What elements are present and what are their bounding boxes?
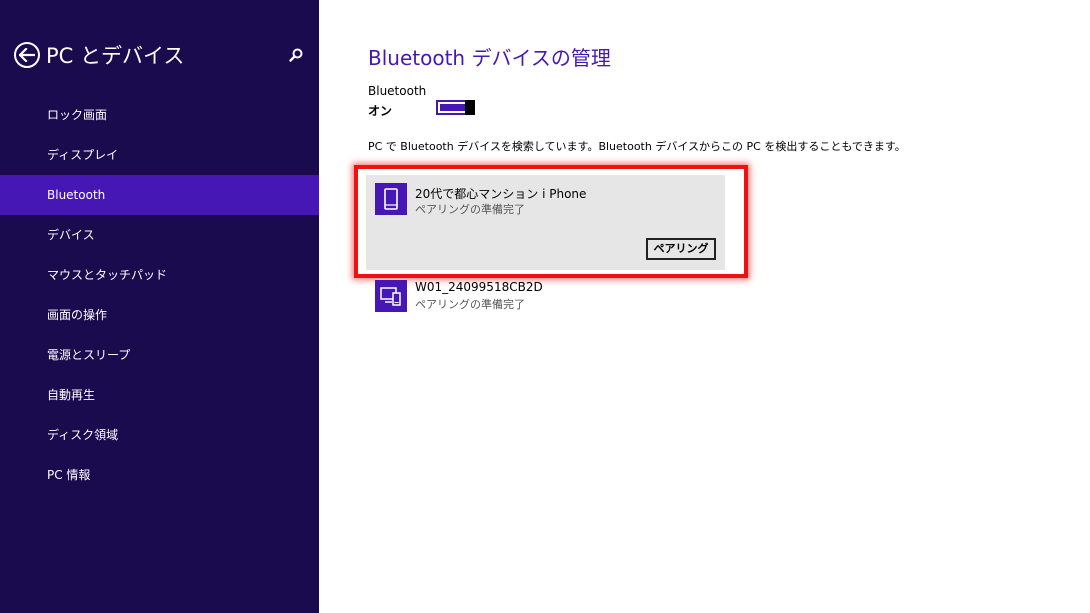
bluetooth-toggle[interactable] <box>436 100 475 115</box>
device-item-w01[interactable]: W01_24099518CB2D ペアリングの準備完了 <box>366 280 725 314</box>
back-arrow-circle-icon[interactable] <box>14 42 40 68</box>
computer-phone-icon <box>375 280 407 312</box>
main-panel: Bluetooth デバイスの管理 Bluetooth オン PC で Blue… <box>319 0 1090 613</box>
pc-settings-window: PC とデバイス ロック画面 ディスプレイ Bluetooth デバイス マウス… <box>0 0 1090 613</box>
sidebar-nav: ロック画面 ディスプレイ Bluetooth デバイス マウスとタッチパッド 画… <box>0 95 319 495</box>
sidebar-title: PC とデバイス <box>46 44 185 68</box>
sidebar-item-devices[interactable]: デバイス <box>0 215 319 255</box>
sidebar-item-corners-edges[interactable]: 画面の操作 <box>0 295 319 335</box>
highlight-frame <box>354 165 748 278</box>
sidebar-item-disk-space[interactable]: ディスク領域 <box>0 415 319 455</box>
discovery-description: PC で Bluetooth デバイスを検索しています。Bluetooth デバ… <box>368 140 906 153</box>
sidebar-item-bluetooth[interactable]: Bluetooth <box>0 175 319 215</box>
sidebar: PC とデバイス ロック画面 ディスプレイ Bluetooth デバイス マウス… <box>0 0 319 613</box>
toggle-thumb[interactable] <box>465 100 475 115</box>
device-status: ペアリングの準備完了 <box>415 298 525 311</box>
page-title: Bluetooth デバイスの管理 <box>368 46 611 70</box>
sidebar-item-display[interactable]: ディスプレイ <box>0 135 319 175</box>
bluetooth-state-text: オン <box>368 104 393 118</box>
bluetooth-label: Bluetooth <box>368 84 427 98</box>
sidebar-item-autoplay[interactable]: 自動再生 <box>0 375 319 415</box>
sidebar-item-lock-screen[interactable]: ロック画面 <box>0 95 319 135</box>
sidebar-item-power-sleep[interactable]: 電源とスリープ <box>0 335 319 375</box>
sidebar-item-pc-info[interactable]: PC 情報 <box>0 455 319 495</box>
device-name: W01_24099518CB2D <box>415 280 543 294</box>
search-icon[interactable] <box>288 47 304 63</box>
sidebar-item-mouse-touchpad[interactable]: マウスとタッチパッド <box>0 255 319 295</box>
